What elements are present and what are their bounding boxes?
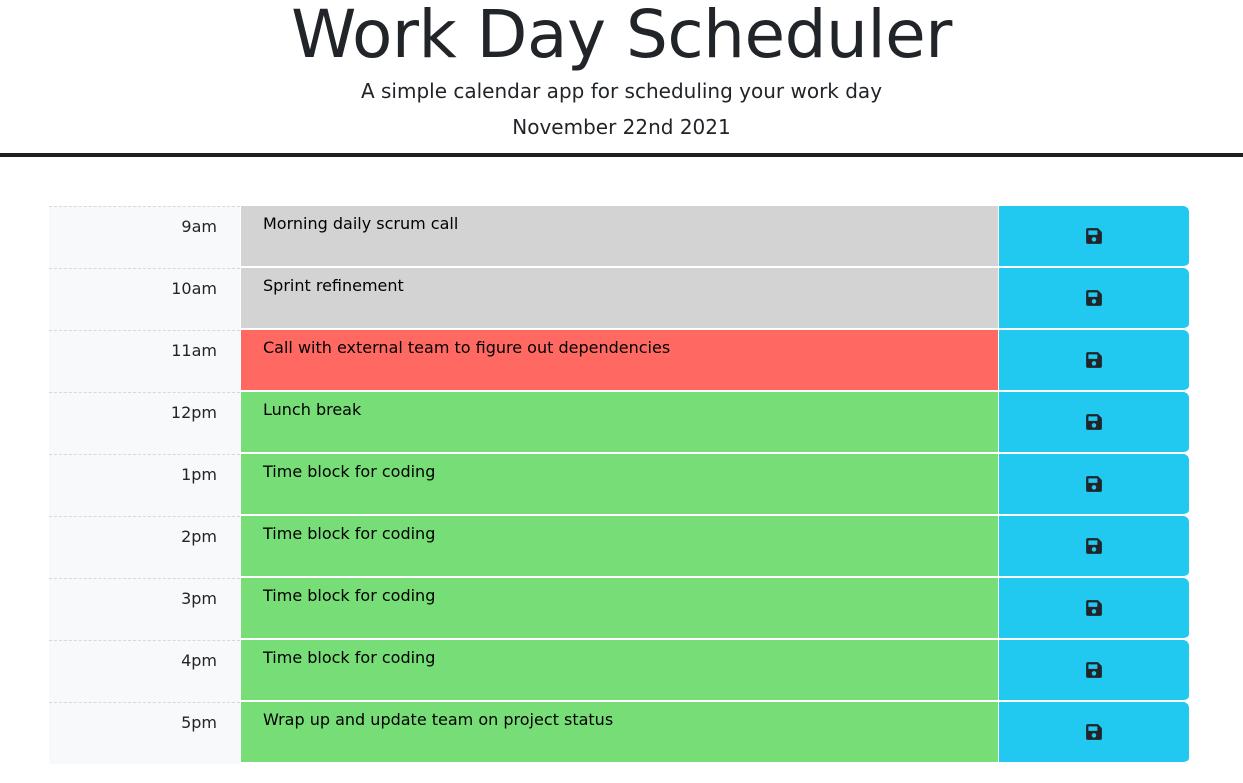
- floppy-disk-icon: [1085, 537, 1103, 555]
- hour-label: 5pm: [49, 702, 240, 764]
- floppy-disk-icon: [1085, 351, 1103, 369]
- time-block-row: 5pm Wrap up and update team on project st…: [49, 702, 1189, 764]
- event-description-textarea[interactable]: Time block for coding: [240, 578, 998, 640]
- hour-label: 11am: [49, 330, 240, 392]
- event-description-textarea[interactable]: Lunch break: [240, 392, 998, 454]
- time-block-row: 10am Sprint refinement: [49, 268, 1189, 330]
- hour-label: 10am: [49, 268, 240, 330]
- floppy-disk-icon: [1085, 661, 1103, 679]
- hour-label: 4pm: [49, 640, 240, 702]
- floppy-disk-icon: [1085, 227, 1103, 245]
- hour-label: 9am: [49, 206, 240, 268]
- time-block-row: 9am Morning daily scrum call: [49, 206, 1189, 268]
- save-button[interactable]: [998, 330, 1189, 392]
- save-button[interactable]: [998, 516, 1189, 578]
- floppy-disk-icon: [1085, 289, 1103, 307]
- time-block-row: 11am Call with external team to figure ou…: [49, 330, 1189, 392]
- header: Work Day Scheduler A simple calendar app…: [0, 0, 1243, 157]
- time-block-row: 2pm Time block for coding: [49, 516, 1189, 578]
- floppy-disk-icon: [1085, 475, 1103, 493]
- time-block-row: 1pm Time block for coding: [49, 454, 1189, 516]
- floppy-disk-icon: [1085, 723, 1103, 741]
- event-description-textarea[interactable]: Time block for coding: [240, 640, 998, 702]
- time-block-row: 3pm Time block for coding: [49, 578, 1189, 640]
- save-button[interactable]: [998, 702, 1189, 764]
- page-title: Work Day Scheduler: [291, 0, 952, 73]
- event-description-textarea[interactable]: Call with external team to figure out de…: [240, 330, 998, 392]
- hour-label: 3pm: [49, 578, 240, 640]
- floppy-disk-icon: [1085, 413, 1103, 431]
- page-subtitle: A simple calendar app for scheduling you…: [360, 79, 883, 103]
- event-description-textarea[interactable]: Morning daily scrum call: [240, 206, 998, 268]
- save-button[interactable]: [998, 454, 1189, 516]
- event-description-textarea[interactable]: Sprint refinement: [240, 268, 998, 330]
- schedule-container: 9am Morning daily scrum call 10am Sprint re…: [49, 206, 1189, 764]
- save-button[interactable]: [998, 578, 1189, 640]
- hour-label: 1pm: [49, 454, 240, 516]
- event-description-textarea[interactable]: Time block for coding: [240, 516, 998, 578]
- save-button[interactable]: [998, 268, 1189, 330]
- hour-label: 2pm: [49, 516, 240, 578]
- save-button[interactable]: [998, 640, 1189, 702]
- floppy-disk-icon: [1085, 599, 1103, 617]
- time-block-row: 4pm Time block for coding: [49, 640, 1189, 702]
- event-description-textarea[interactable]: Wrap up and update team on project statu…: [240, 702, 998, 764]
- current-date: November 22nd 2021: [512, 115, 731, 139]
- hour-label: 12pm: [49, 392, 240, 454]
- save-button[interactable]: [998, 206, 1189, 268]
- time-block-row: 12pm Lunch break: [49, 392, 1189, 454]
- event-description-textarea[interactable]: Time block for coding: [240, 454, 998, 516]
- save-button[interactable]: [998, 392, 1189, 454]
